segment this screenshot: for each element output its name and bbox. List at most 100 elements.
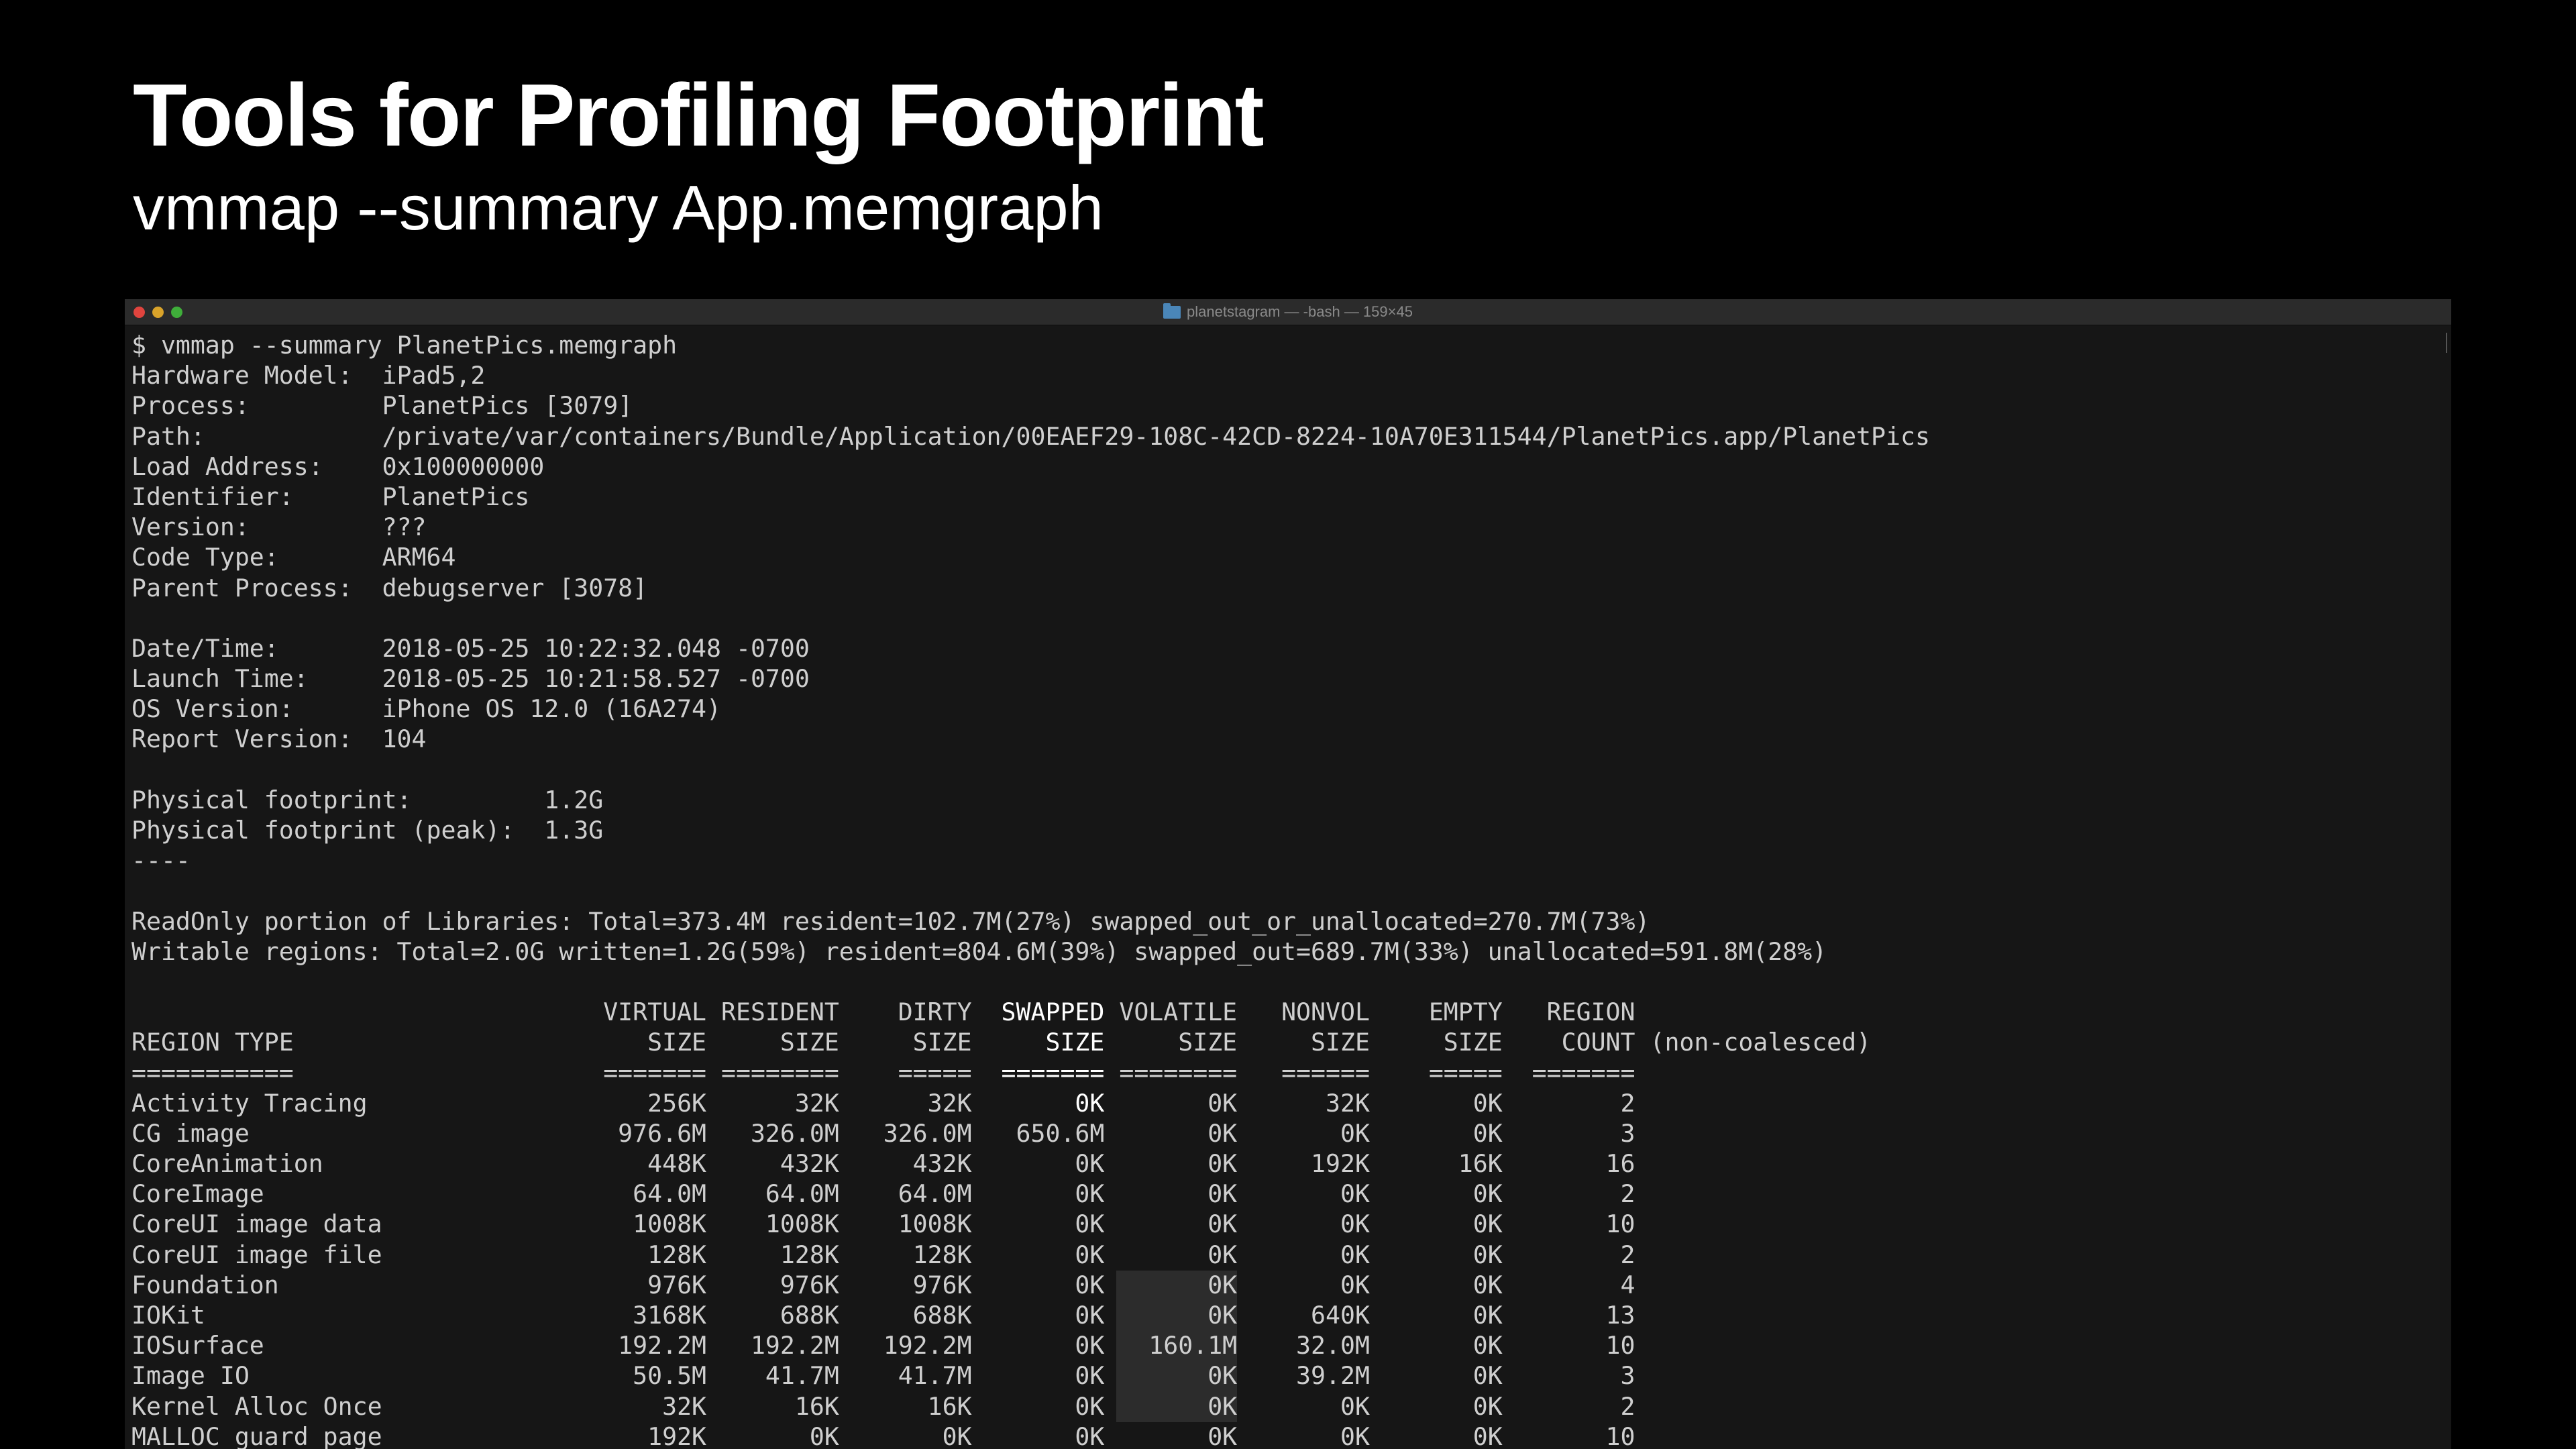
- cell-virtual: 32K: [603, 1391, 707, 1421]
- cell-dirty: 128K: [839, 1240, 972, 1269]
- cell-swapped: SWAPPED: [971, 998, 1105, 1027]
- table-row: CoreUI image file 128K 128K 128K 0K 0K 0…: [131, 1240, 2439, 1270]
- cell-nonvol: 0K: [1237, 1240, 1370, 1269]
- cell-resident: SIZE: [706, 1028, 839, 1057]
- terminal-window[interactable]: planetstagram — -bash — 159×45 $ vmmap -…: [125, 299, 2451, 1449]
- table-row: CoreAnimation 448K 432K 432K 0K 0K 192K …: [131, 1148, 2439, 1179]
- cell-resident: 976K: [706, 1270, 839, 1299]
- cell-dirty: 192.2M: [839, 1331, 972, 1360]
- cell-count: 10: [1502, 1331, 1635, 1360]
- cell-nonvol: NONVOL: [1237, 998, 1370, 1027]
- cell-volatile: 0K: [1104, 1088, 1238, 1118]
- command-line: $ vmmap --summary PlanetPics.memgraph: [131, 331, 678, 360]
- report-line: Process: PlanetPics [3079]: [131, 391, 633, 421]
- cell-nonvol: SIZE: [1237, 1028, 1370, 1057]
- report-line: [131, 603, 2439, 633]
- cell-volatile: 0K: [1104, 1240, 1238, 1269]
- cell-region: CoreUI image data: [131, 1210, 604, 1239]
- cell-region: ===========: [131, 1058, 604, 1087]
- report-line: Identifier: PlanetPics: [131, 482, 530, 511]
- cell-virtual: 192K: [603, 1421, 707, 1449]
- cell-nonvol: 192K: [1237, 1149, 1370, 1179]
- table-row: IOSurface 192.2M 192.2M 192.2M 0K 160.1M…: [131, 1330, 2439, 1360]
- report-line: Date/Time: 2018-05-25 10:22:32.048 -0700: [131, 633, 810, 663]
- cell-empty: SIZE: [1369, 1028, 1503, 1057]
- cell-swapped: 0K: [971, 1421, 1105, 1449]
- cell-dirty: 432K: [839, 1149, 972, 1179]
- cell-virtual: 256K: [603, 1088, 707, 1118]
- terminal-output[interactable]: $ vmmap --summary PlanetPics.memgraph Ha…: [131, 330, 2439, 1449]
- table-row: Activity Tracing 256K 32K 32K 0K 0K 32K …: [131, 1088, 2439, 1118]
- cell-volatile: VOLATILE: [1104, 998, 1238, 1027]
- cell-virtual: SIZE: [603, 1028, 707, 1057]
- cell-empty: 0K: [1369, 1210, 1503, 1239]
- report-line: Physical footprint: 1.2G: [131, 785, 604, 814]
- cell-resident: 1008K: [706, 1210, 839, 1239]
- cell-empty: 0K: [1369, 1421, 1503, 1449]
- cell-region: CoreImage: [131, 1179, 604, 1209]
- cell-empty: 0K: [1369, 1391, 1503, 1421]
- cell-count: 2: [1502, 1179, 1635, 1209]
- cell-region: MALLOC guard page: [131, 1421, 604, 1449]
- cell-count: 16: [1502, 1149, 1635, 1179]
- cell-swapped: 0K: [971, 1240, 1105, 1269]
- report-line: Parent Process: debugserver [3078]: [131, 573, 648, 602]
- cell-swapped: 0K: [971, 1149, 1105, 1179]
- cell-dirty: 41.7M: [839, 1361, 972, 1391]
- cell-dirty: 64.0M: [839, 1179, 972, 1209]
- cell-count: 2: [1502, 1240, 1635, 1269]
- table-row: MALLOC guard page 192K 0K 0K 0K 0K 0K 0K…: [131, 1421, 2439, 1449]
- scrollbar[interactable]: [2443, 333, 2447, 353]
- cell-resident: 0K: [706, 1421, 839, 1449]
- cell-region: IOSurface: [131, 1331, 604, 1360]
- table-row: Kernel Alloc Once 32K 16K 16K 0K 0K 0K 0…: [131, 1391, 2439, 1421]
- cell-swapped: 0K: [971, 1179, 1105, 1209]
- cell-virtual: 64.0M: [603, 1179, 707, 1209]
- cell-region: CG image: [131, 1118, 604, 1148]
- cell-nonvol: 640K: [1237, 1301, 1370, 1330]
- cell-nonvol: 39.2M: [1237, 1361, 1370, 1391]
- cell-swapped: SIZE: [971, 1028, 1105, 1057]
- table-header: VIRTUAL RESIDENT DIRTY SWAPPED VOLATILE …: [131, 997, 2439, 1027]
- cell-empty: 0K: [1369, 1088, 1503, 1118]
- report-line: Load Address: 0x100000000: [131, 451, 545, 481]
- cell-volatile: 0K: [1104, 1210, 1238, 1239]
- cell-nonvol: 0K: [1237, 1179, 1370, 1209]
- report-line: OS Version: iPhone OS 12.0 (16A274): [131, 694, 721, 724]
- cell-empty: 0K: [1369, 1331, 1503, 1360]
- cell-dirty: =====: [839, 1058, 972, 1087]
- report-line: Physical footprint (peak): 1.3G: [131, 816, 604, 845]
- cell-nonvol: 32.0M: [1237, 1331, 1370, 1360]
- cell-swapped: 0K: [971, 1088, 1105, 1118]
- cell-virtual: 976.6M: [603, 1118, 707, 1148]
- table-separator: =========== ======= ======== ===== =====…: [131, 1058, 2439, 1088]
- cell-volatile: 0K: [1104, 1179, 1238, 1209]
- cell-dirty: 32K: [839, 1088, 972, 1118]
- cell-resident: 688K: [706, 1301, 839, 1330]
- cell-volatile: ========: [1104, 1058, 1238, 1087]
- cell-dirty: 326.0M: [839, 1118, 972, 1148]
- window-titlebar[interactable]: planetstagram — -bash — 159×45: [125, 299, 2451, 325]
- cell-region: Foundation: [131, 1270, 604, 1299]
- cell-resident: 432K: [706, 1149, 839, 1179]
- report-line: Report Version: 104: [131, 724, 427, 754]
- cell-empty: 0K: [1369, 1361, 1503, 1391]
- cell-volatile: SIZE: [1104, 1028, 1238, 1057]
- cell-swapped: 0K: [971, 1210, 1105, 1239]
- cell-virtual: 448K: [603, 1149, 707, 1179]
- cell-dirty: 16K: [839, 1391, 972, 1421]
- cell-resident: 16K: [706, 1391, 839, 1421]
- cell-volatile: 0K: [1104, 1270, 1238, 1299]
- cell-resident: 41.7M: [706, 1361, 839, 1391]
- cell-virtual: VIRTUAL: [603, 998, 707, 1027]
- cell-virtual: 128K: [603, 1240, 707, 1269]
- cell-nonvol: 0K: [1237, 1391, 1370, 1421]
- cell-resident: 128K: [706, 1240, 839, 1269]
- cell-count: 4: [1502, 1270, 1635, 1299]
- cell-resident: 64.0M: [706, 1179, 839, 1209]
- cell-dirty: 976K: [839, 1270, 972, 1299]
- cell-dirty: SIZE: [839, 1028, 972, 1057]
- table-row: IOKit 3168K 688K 688K 0K 0K 640K 0K 13: [131, 1300, 2439, 1330]
- cell-note: (non-coalesced): [1635, 1028, 1872, 1057]
- cell-empty: 16K: [1369, 1149, 1503, 1179]
